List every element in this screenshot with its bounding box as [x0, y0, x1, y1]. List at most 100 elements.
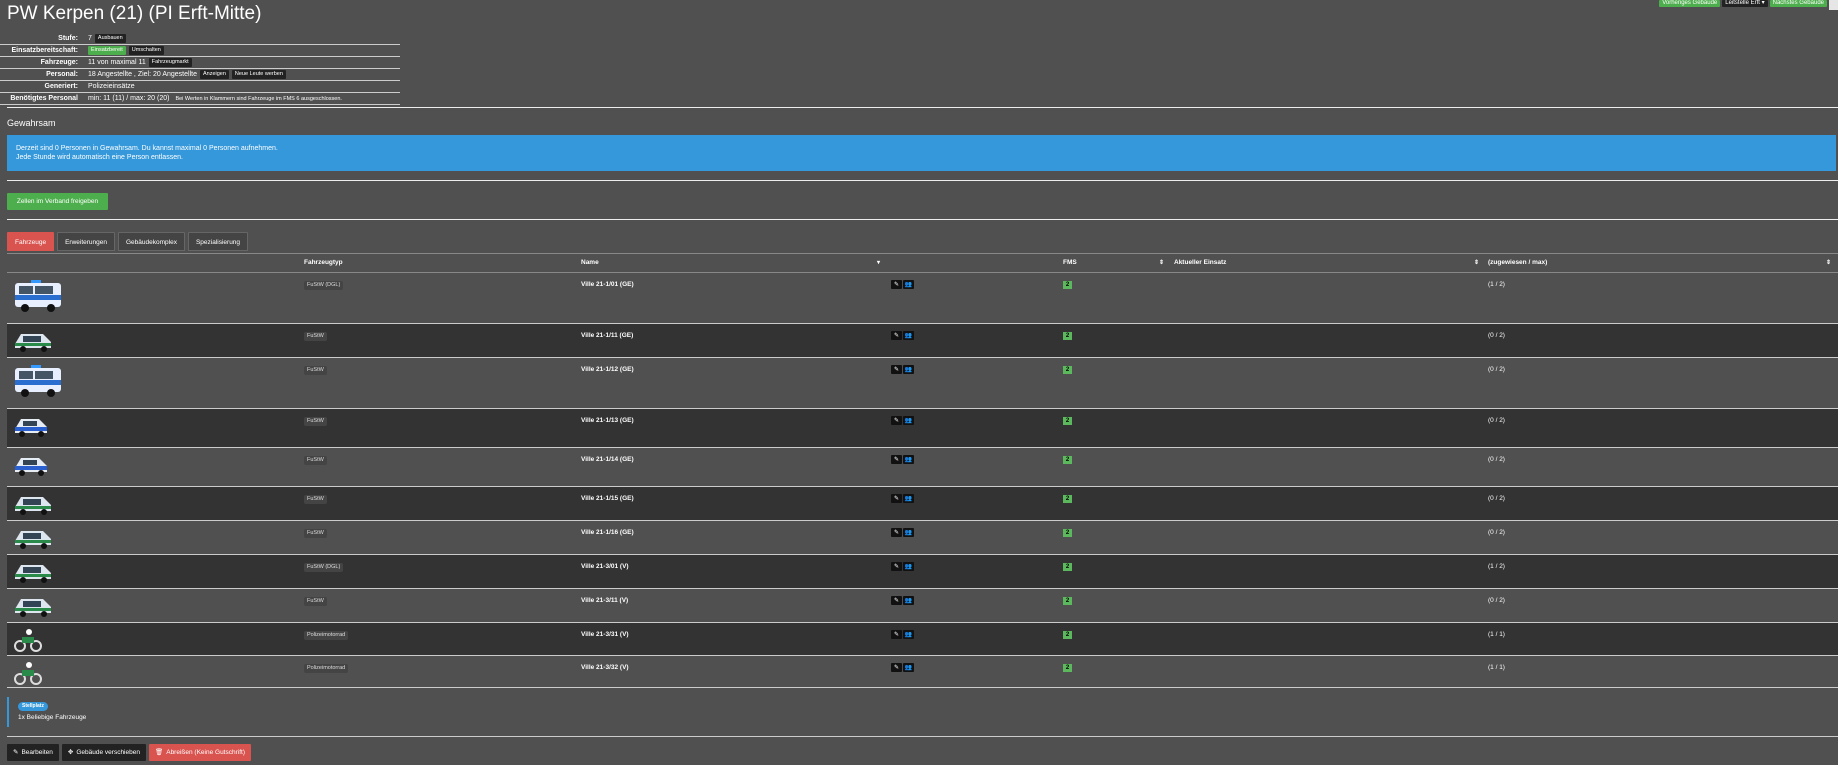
sort-icon[interactable]: ⇕ [1826, 259, 1831, 266]
pencil-icon[interactable]: ✎ [891, 365, 902, 374]
col-aktueller-einsatz[interactable]: Aktueller Einsatz [1174, 259, 1226, 266]
people-icon[interactable]: 👥 [903, 528, 914, 537]
pencil-icon[interactable]: ✎ [891, 494, 902, 503]
pencil-icon[interactable]: ✎ [891, 596, 902, 605]
benoetigt-value: min: 11 (11) / max: 20 (20) [88, 95, 170, 102]
vehicle-name-link[interactable]: Ville 21-1/16 (GE) [581, 529, 634, 536]
vehicle-type-badge: FuStW [304, 417, 327, 426]
vehicle-image[interactable] [13, 593, 53, 621]
people-icon[interactable]: 👥 [903, 455, 914, 464]
vehicle-actions: ✎ 👥 [891, 365, 914, 374]
people-icon[interactable]: 👥 [903, 663, 914, 672]
anzeigen-button[interactable]: Anzeigen [199, 70, 229, 79]
fms-status-badge: 2 [1063, 664, 1072, 672]
vehicle-actions: ✎ 👥 [891, 331, 914, 340]
people-icon[interactable]: 👥 [903, 416, 914, 425]
divider [7, 107, 1838, 108]
tab-fahrzeuge[interactable]: Fahrzeuge [7, 232, 55, 251]
bottom-actions: ✎ Bearbeiten ✥ Gebäude verschieben 🗑 Abreiß… [7, 744, 251, 761]
pencil-icon[interactable]: ✎ [891, 630, 902, 639]
people-icon[interactable]: 👥 [903, 494, 914, 503]
col-fms[interactable]: FMS [1063, 259, 1077, 266]
assignment-count: (0 / 2) [1488, 495, 1505, 502]
vehicle-actions: ✎ 👥 [891, 596, 914, 605]
sort-icon[interactable]: ⇕ [1474, 259, 1479, 266]
assignment-count: (1 / 2) [1488, 281, 1505, 288]
people-icon[interactable]: 👥 [903, 280, 914, 289]
people-icon[interactable]: 👥 [903, 331, 914, 340]
vehicle-image[interactable] [13, 627, 43, 655]
vehicle-name-link[interactable]: Ville 21-3/32 (V) [581, 664, 629, 671]
zellen-freigeben-button[interactable]: Zellen im Verband freigeben [7, 193, 108, 210]
info-row-generiert: Generiert: Polizeieinsätze [0, 81, 400, 93]
col-name[interactable]: Name [581, 259, 599, 266]
pencil-icon[interactable]: ✎ [891, 280, 902, 289]
bearbeiten-button[interactable]: ✎ Bearbeiten [7, 744, 59, 761]
trash-icon: 🗑 [154, 749, 164, 756]
vehicle-image[interactable] [13, 452, 49, 480]
vehicle-name-link[interactable]: Ville 21-1/01 (GE) [581, 281, 634, 288]
fms-status-badge: 2 [1063, 563, 1072, 571]
pencil-icon: ✎ [13, 749, 19, 756]
pencil-icon[interactable]: ✎ [891, 331, 902, 340]
sort-icon[interactable]: ⇕ [1159, 259, 1164, 266]
vehicle-name-link[interactable]: Ville 21-3/01 (V) [581, 563, 629, 570]
vehicle-image[interactable] [13, 277, 63, 317]
vehicle-actions: ✎ 👥 [891, 494, 914, 503]
vehicle-name-link[interactable]: Ville 21-1/13 (GE) [581, 417, 634, 424]
vehicle-image[interactable] [13, 525, 53, 553]
col-fahrzeugtyp[interactable]: Fahrzeugtyp [304, 259, 343, 266]
table-row: FuStW Ville 21-1/13 (GE) ✎ 👥 2 (0 / 2) [7, 409, 1838, 448]
verschieben-button[interactable]: ✥ Gebäude verschieben [61, 744, 146, 761]
vehicle-type-badge: FuStW [304, 456, 327, 465]
people-icon[interactable]: 👥 [903, 562, 914, 571]
ausbauen-button[interactable]: Ausbauen [94, 34, 126, 43]
pencil-icon[interactable]: ✎ [891, 663, 902, 672]
people-icon[interactable]: 👥 [903, 630, 914, 639]
leitstelle-button[interactable]: Leitstelle Erft ▾ [1722, 0, 1768, 7]
vehicle-name-link[interactable]: Ville 21-1/11 (GE) [581, 332, 633, 339]
sort-icon[interactable]: ▾ [877, 259, 880, 266]
col-zugewiesen[interactable]: (zugewiesen / max) [1488, 259, 1547, 266]
pencil-icon[interactable]: ✎ [891, 455, 902, 464]
vehicle-image[interactable] [13, 660, 43, 688]
vehicle-image[interactable] [13, 413, 49, 441]
vehicle-name-link[interactable]: Ville 21-3/11 (V) [581, 597, 628, 604]
vehicle-type-badge: FuStW [304, 495, 327, 504]
people-icon[interactable]: 👥 [903, 365, 914, 374]
abreissen-button[interactable]: 🗑 Abreißen (Keine Gutschrift) [148, 744, 251, 761]
assignment-count: (1 / 2) [1488, 563, 1505, 570]
einsatz-label: Einsatzbereitschaft: [11, 47, 78, 54]
people-icon[interactable]: 👥 [903, 596, 914, 605]
gewahrsam-heading: Gewahrsam [7, 118, 56, 128]
bookmark-icon[interactable] [1829, 0, 1838, 10]
vehicle-image[interactable] [13, 559, 53, 587]
prev-building-button[interactable]: Vorheriges Gebäude [1659, 0, 1721, 7]
pencil-icon[interactable]: ✎ [891, 562, 902, 571]
vehicle-image[interactable] [13, 491, 53, 519]
pencil-icon[interactable]: ✎ [891, 528, 902, 537]
fahrzeuge-label: Fahrzeuge: [40, 59, 78, 66]
vehicle-name-link[interactable]: Ville 21-1/15 (GE) [581, 495, 634, 502]
assignment-count: (1 / 1) [1488, 631, 1505, 638]
vehicle-image[interactable] [13, 362, 63, 402]
tab-erweiterungen[interactable]: Erweiterungen [57, 232, 115, 251]
vehicle-name-link[interactable]: Ville 21-1/14 (GE) [581, 456, 634, 463]
vehicle-name-link[interactable]: Ville 21-3/31 (V) [581, 631, 629, 638]
tab-spezialisierung[interactable]: Spezialisierung [187, 232, 249, 251]
fahrzeugmarkt-button[interactable]: Fahrzeugmarkt [148, 58, 192, 67]
neue-leute-button[interactable]: Neue Leute werben [231, 70, 286, 79]
assignment-count: (0 / 2) [1488, 332, 1505, 339]
vehicle-name-link[interactable]: Ville 21-1/12 (GE) [581, 366, 634, 373]
tab-gebaeudekomplex[interactable]: Gebäudekomplex [118, 232, 185, 251]
vehicle-image[interactable] [13, 328, 53, 356]
vehicle-type-badge: FuStW [304, 597, 327, 606]
pencil-icon[interactable]: ✎ [891, 416, 902, 425]
vehicle-type-badge: FuStW [304, 529, 327, 538]
vehicle-actions: ✎ 👥 [891, 280, 914, 289]
umschalten-button[interactable]: Umschalten [128, 46, 164, 55]
building-info: Stufe: 7 Ausbauen Einsatzbereitschaft: Ei… [0, 33, 400, 105]
next-building-button[interactable]: Nächstes Gebäude [1769, 0, 1827, 7]
gewahrsam-line2: Jede Stunde wird automatisch eine Person… [16, 154, 183, 161]
stellplatz-text: 1x Beliebige Fahrzeuge [18, 714, 87, 721]
